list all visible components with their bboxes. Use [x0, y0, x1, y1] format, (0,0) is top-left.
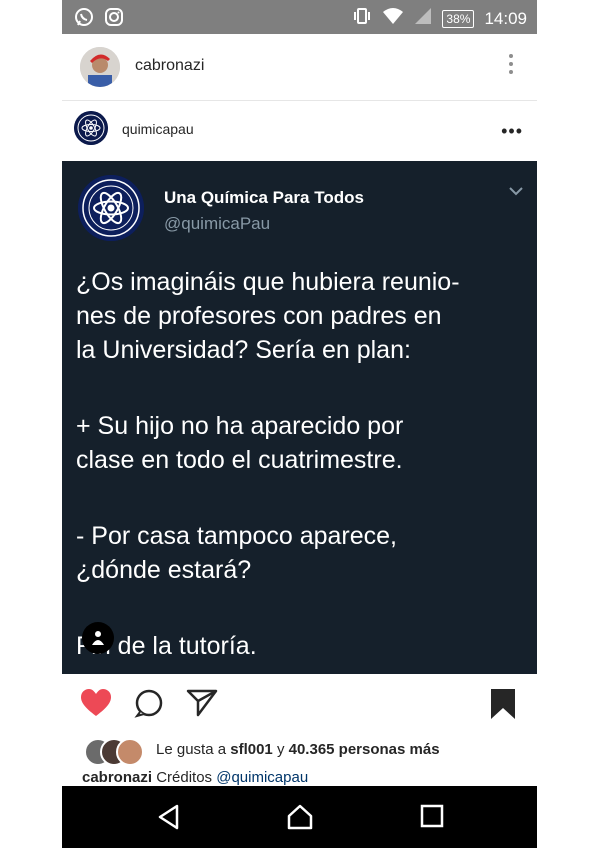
likes-summary: Le gusta a sfl001 y 40.365 personas más [62, 736, 537, 766]
profile-header: cabronazi [62, 34, 537, 101]
tweet-line: la Universidad? Sería en plan: [76, 336, 411, 364]
tweet-line: Fin de la tutoría. [76, 632, 257, 660]
caption-mention[interactable]: @quimicapau [216, 769, 308, 785]
avatar [116, 738, 144, 766]
post-image[interactable]: Una Química Para Todos @quimicaPau ¿Os i… [62, 161, 537, 674]
post-header: quimicapau ••• [62, 101, 537, 159]
tweet-line: ¿dónde estará? [76, 556, 252, 584]
heart-icon[interactable] [80, 688, 112, 723]
status-bar: 38% 14:09 [62, 0, 537, 34]
post-username[interactable]: quimicapau [122, 121, 194, 137]
tweet-line: - Por casa tampoco aparece, [76, 522, 397, 550]
caption-username[interactable]: cabronazi [82, 769, 152, 785]
likes-count[interactable]: 40.365 personas más [289, 741, 440, 758]
tweet-author-name: Una Química Para Todos [164, 188, 364, 207]
post-avatar[interactable] [74, 111, 108, 145]
tweet-text: ¿Os imagináis que hubiera reunio- nes de… [76, 265, 526, 663]
post-more-icon[interactable]: ••• [501, 121, 523, 142]
share-icon[interactable] [186, 688, 218, 723]
tweet-line: ¿Os imagináis que hubiera reunio- [76, 268, 460, 296]
tweet-author-handle: @quimicaPau [164, 214, 271, 233]
caption-text: Créditos [156, 769, 213, 785]
person-tag-icon[interactable] [82, 622, 114, 654]
tweet-line: + Su hijo no ha aparecido por [76, 412, 404, 440]
likes-text[interactable]: Le gusta a sfl001 y 40.365 personas más [156, 741, 440, 758]
comment-icon[interactable] [134, 688, 164, 723]
action-bar [62, 676, 537, 732]
back-icon[interactable] [156, 804, 182, 835]
profile-username[interactable]: cabronazi [135, 57, 204, 75]
wifi-icon [382, 7, 404, 30]
home-icon[interactable] [286, 804, 314, 835]
navigation-bar [62, 786, 537, 848]
vibrate-icon [352, 6, 372, 31]
chevron-down-icon [509, 183, 523, 201]
phone-screen: 38% 14:09 cabronazi quimicapau ••• Una Q… [62, 0, 537, 848]
instagram-icon [104, 7, 124, 32]
clock: 14:09 [484, 8, 527, 28]
recents-icon[interactable] [420, 804, 444, 833]
liker-avatars [84, 738, 148, 766]
tweet-line: nes de profesores con padres en [76, 302, 442, 330]
tweet-line: clase en todo el cuatrimestre. [76, 446, 403, 474]
battery-indicator: 38% [442, 9, 475, 28]
liker-username[interactable]: sfl001 [230, 741, 273, 758]
avatar[interactable] [80, 47, 120, 87]
whatsapp-icon [74, 7, 94, 32]
caption: cabronazi Créditos @quimicapau [82, 769, 308, 785]
tweet-avatar [78, 175, 144, 241]
bookmark-icon[interactable] [490, 688, 516, 725]
signal-icon [414, 7, 432, 30]
more-options-icon[interactable] [509, 54, 513, 78]
